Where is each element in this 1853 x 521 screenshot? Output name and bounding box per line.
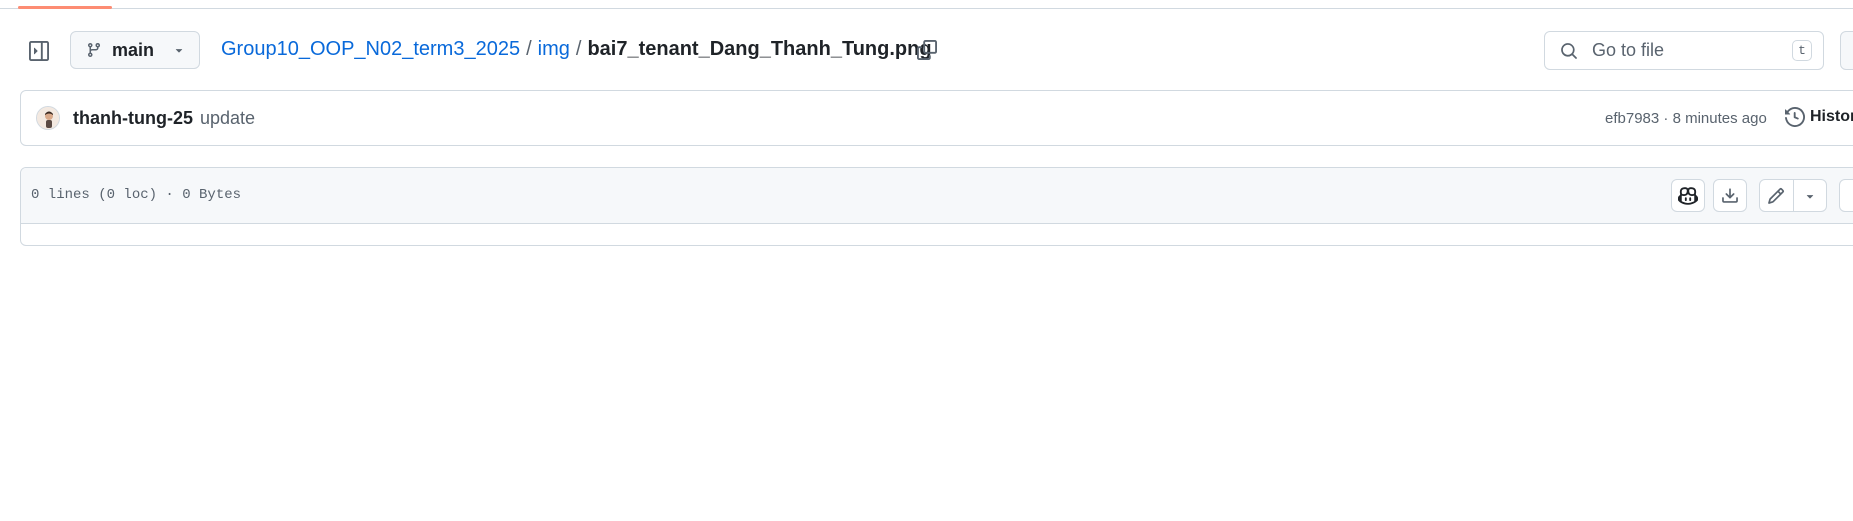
breadcrumb-separator: / (526, 38, 532, 60)
edit-options-dropdown[interactable] (1792, 180, 1827, 211)
keyboard-shortcut-hint: t (1792, 40, 1812, 61)
history-button[interactable]: History (1785, 107, 1853, 127)
download-button[interactable] (1713, 179, 1747, 212)
commit-author-link[interactable]: thanh-tung-25 (73, 108, 193, 129)
go-to-file-search[interactable]: t (1544, 31, 1824, 70)
edit-button-group (1759, 179, 1827, 212)
history-label: History (1810, 108, 1853, 125)
search-input[interactable] (1590, 39, 1794, 62)
breadcrumb-separator: / (575, 38, 582, 60)
commit-sha-link[interactable]: efb7983 (1605, 110, 1659, 127)
file-info: 0 lines (0 loc) · 0 Bytes (31, 187, 242, 203)
copilot-button[interactable] (1671, 179, 1705, 212)
edit-file-button[interactable] (1760, 180, 1793, 211)
search-icon (1561, 42, 1577, 59)
sidebar-expand-icon (29, 41, 49, 61)
file-header: 0 lines (0 loc) · 0 Bytes (21, 168, 1853, 224)
triangle-down-icon (175, 49, 183, 53)
commit-time: 8 minutes ago (1672, 110, 1767, 127)
code-view-button[interactable] (1839, 179, 1853, 212)
commit-meta: efb7983 · 8 minutes ago (1605, 110, 1767, 127)
branch-selector-button[interactable]: main (70, 31, 200, 69)
sidebar-toggle-button[interactable] (27, 39, 51, 63)
header-divider (0, 0, 1853, 9)
breadcrumb-current-file: bai7_tenant_Dang_Thanh_Tung.png (587, 38, 932, 60)
commit-meta-separator: · (1659, 110, 1673, 127)
file-viewer: 0 lines (0 loc) · 0 Bytes (20, 167, 1853, 246)
copilot-icon (1678, 186, 1698, 205)
commit-message-link[interactable]: update (200, 108, 255, 129)
copy-icon (917, 40, 937, 60)
copy-path-button[interactable] (915, 38, 939, 62)
download-icon (1722, 187, 1738, 203)
avatar[interactable] (36, 106, 60, 130)
triangle-down-icon (1806, 194, 1813, 199)
user-avatar-icon (37, 107, 59, 129)
branch-name: main (112, 39, 155, 60)
history-icon (1785, 107, 1805, 127)
git-branch-icon (87, 43, 100, 58)
breadcrumb: Group10_OOP_N02_term3_2025 / img / bai7_… (221, 38, 932, 61)
more-options-button[interactable] (1840, 31, 1853, 70)
breadcrumb-folder-link[interactable]: img (538, 38, 570, 61)
pencil-icon (1768, 187, 1785, 204)
breadcrumb-repo-link[interactable]: Group10_OOP_N02_term3_2025 (221, 38, 520, 61)
active-tab-underline (18, 6, 112, 9)
latest-commit-bar: thanh-tung-25 update efb7983 · 8 minutes… (20, 90, 1853, 146)
